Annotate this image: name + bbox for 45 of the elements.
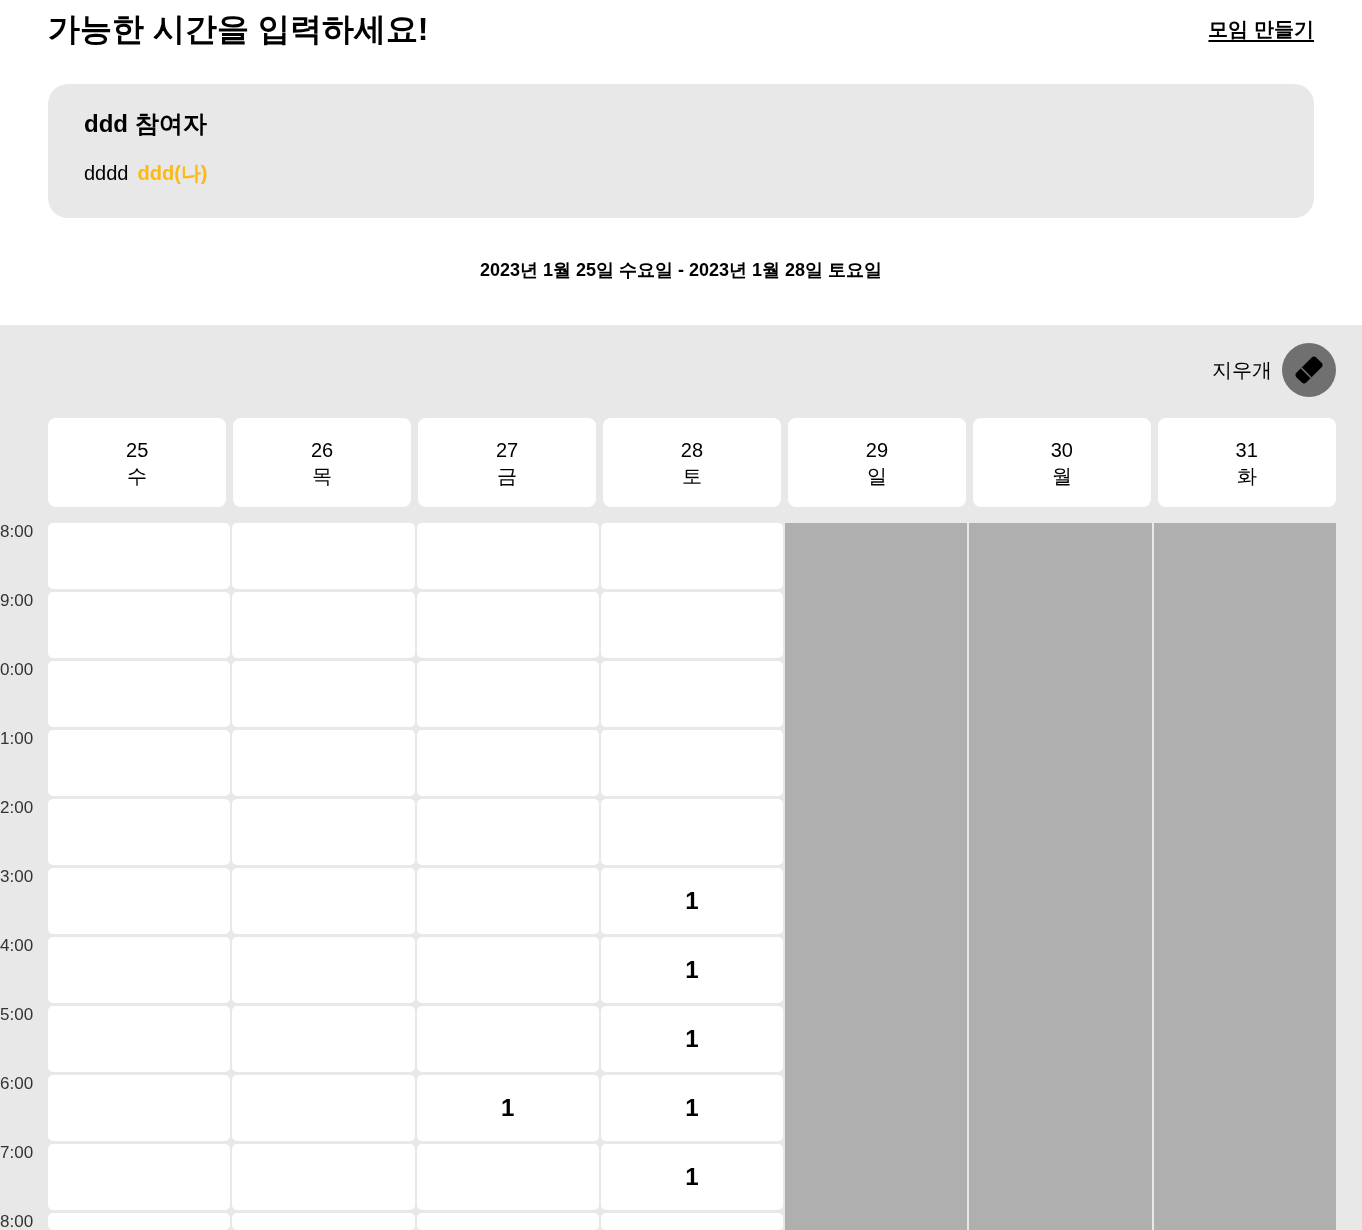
time-slot[interactable]: 1: [600, 937, 784, 1003]
time-label: 6:00: [0, 1075, 35, 1092]
time-label: 5:00: [0, 1006, 35, 1023]
day-date: 31: [1235, 437, 1258, 463]
time-slot[interactable]: [600, 661, 784, 727]
day-weekday: 일: [866, 463, 887, 489]
eraser-button[interactable]: [1282, 343, 1336, 397]
day-date: 28: [680, 437, 704, 463]
time-slot[interactable]: 1: [600, 1075, 784, 1141]
time-slot[interactable]: [600, 799, 784, 865]
page-title: 가능한 시간을 입력하세요!: [48, 10, 429, 49]
day-date: 30: [1050, 437, 1073, 463]
time-label: 4:00: [0, 937, 35, 954]
time-label: 8:00: [0, 1213, 35, 1230]
day-weekday: 화: [1236, 463, 1257, 489]
time-label: 8:00: [0, 523, 35, 540]
time-slot[interactable]: [600, 592, 784, 658]
day-weekday: 목: [312, 463, 333, 489]
time-slot[interactable]: [600, 730, 784, 796]
day-weekday: 수: [127, 463, 148, 489]
day-date: 25: [126, 437, 149, 463]
time-label: 0:00: [0, 661, 35, 678]
time-label: 9:00: [0, 592, 35, 609]
participants-title: ddd 참여자: [84, 109, 208, 139]
day-date: 26: [311, 437, 334, 463]
time-label: 2:00: [0, 799, 35, 816]
participant-name: dddd: [84, 161, 129, 186]
eraser-label: 지우개: [1212, 358, 1272, 383]
day-date: 29: [865, 437, 888, 463]
time-label: 1:00: [0, 730, 35, 747]
day-weekday: 토: [681, 463, 702, 489]
create-meeting-link[interactable]: 모임 만들기: [1208, 14, 1314, 44]
time-slot[interactable]: [600, 1213, 784, 1230]
time-label: 7:00: [0, 1144, 35, 1161]
day-weekday: 월: [1051, 463, 1072, 489]
time-slot[interactable]: [600, 523, 784, 589]
day-date: 27: [495, 437, 519, 463]
time-label: 3:00: [0, 868, 35, 885]
participant-name: ddd(나): [137, 161, 208, 186]
time-slot[interactable]: 1: [600, 1144, 784, 1210]
time-slot[interactable]: 1: [416, 1075, 599, 1141]
time-slot[interactable]: 1: [600, 868, 784, 934]
time-slot[interactable]: 1: [600, 1006, 784, 1072]
date-range: 2023년 1월 25일 수요일 - 2023년 1월 28일 토요일: [479, 259, 883, 282]
day-weekday: 금: [497, 463, 518, 489]
